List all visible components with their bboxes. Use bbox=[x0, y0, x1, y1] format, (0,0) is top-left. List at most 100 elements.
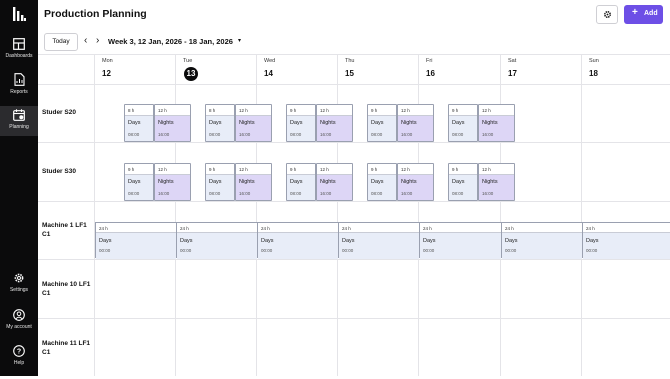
shift-hours: 9 h bbox=[287, 164, 315, 175]
day-shift-block[interactable]: 9 h Days 08:00 bbox=[124, 163, 154, 201]
sidebar-item-label: Dashboards bbox=[5, 53, 33, 59]
day-shift-block[interactable]: 8 h Days 08:00 bbox=[205, 104, 235, 142]
day-number: 15 bbox=[345, 69, 354, 78]
night-shift-block[interactable]: 12 h Nights 16:00 bbox=[316, 163, 353, 201]
day-shift-block[interactable]: 9 h Days 08:00 bbox=[367, 104, 397, 142]
shift-body: Days 08:00 bbox=[449, 175, 477, 200]
shift-time: 00:00 bbox=[423, 248, 435, 253]
row-label-machine-11[interactable]: Machine 11 LF1 C1 bbox=[42, 339, 94, 357]
shift-name: Days bbox=[505, 238, 518, 244]
grid-line bbox=[38, 259, 670, 260]
week-toolbar: Today ‹ › Week 3, 12 Jan, 2026 - 18 Jan,… bbox=[38, 30, 670, 54]
day-shift-block[interactable]: 9 h Days 08:00 bbox=[448, 104, 478, 142]
shift-body: Days 00:00 bbox=[258, 233, 338, 259]
chevron-right-icon[interactable]: › bbox=[96, 36, 99, 46]
night-shift-block[interactable]: 12 h Nights 16:00 bbox=[478, 104, 515, 142]
day-shift-block[interactable]: 8 h Days 08:00 bbox=[124, 104, 154, 142]
shift-time: 08:00 bbox=[209, 191, 221, 196]
shift-name: Days bbox=[452, 179, 465, 185]
grid-line bbox=[94, 54, 95, 376]
shift-name: Days bbox=[209, 120, 222, 126]
night-shift-block[interactable]: 12 h Nights 16:00 bbox=[235, 104, 272, 142]
sidebar-item-dashboards[interactable]: Dashboards bbox=[0, 38, 38, 72]
day-shift-block[interactable]: 9 h Days 08:00 bbox=[286, 104, 316, 142]
day-shift-block[interactable]: 9 h Days 08:00 bbox=[367, 163, 397, 201]
night-shift-block[interactable]: 12 h Nights 16:00 bbox=[316, 104, 353, 142]
chevron-down-icon[interactable]: ▾ bbox=[238, 37, 241, 44]
shift-time: 16:00 bbox=[320, 191, 332, 196]
full-day-shift-block[interactable]: 24 h Days 00:00 bbox=[338, 222, 419, 259]
row-label-machine-10[interactable]: Machine 10 LF1 C1 bbox=[42, 280, 94, 298]
week-range-label[interactable]: Week 3, 12 Jan, 2026 - 18 Jan, 2026 bbox=[108, 37, 233, 46]
day-name: Sun bbox=[589, 58, 599, 64]
shift-name: Days bbox=[371, 120, 384, 126]
shift-time: 08:00 bbox=[209, 132, 221, 137]
shift-hours: 24 h bbox=[258, 223, 338, 233]
night-shift-block[interactable]: 12 h Nights 16:00 bbox=[478, 163, 515, 201]
grid-line bbox=[38, 142, 670, 143]
shift-hours: 24 h bbox=[96, 223, 176, 233]
sidebar-item-reports[interactable]: Reports bbox=[0, 73, 38, 107]
sidebar-item-planning[interactable]: Planning bbox=[0, 106, 38, 136]
add-button[interactable]: + Add bbox=[624, 5, 663, 24]
night-shift-block[interactable]: 12 h Nights 16:00 bbox=[235, 163, 272, 201]
calendar-icon bbox=[13, 109, 25, 121]
shift-time: 00:00 bbox=[261, 248, 273, 253]
shift-hours: 24 h bbox=[339, 223, 419, 233]
shift-time: 16:00 bbox=[239, 132, 251, 137]
sidebar-item-my-account[interactable]: My account bbox=[0, 309, 38, 343]
app-logo-icon[interactable] bbox=[12, 7, 26, 21]
shift-hours: 9 h bbox=[125, 164, 153, 175]
grid-line bbox=[38, 84, 670, 85]
full-day-shift-block[interactable]: 24 h Days 00:00 bbox=[419, 222, 501, 259]
sidebar-item-settings[interactable]: Settings bbox=[0, 272, 38, 306]
full-day-shift-block[interactable]: 24 h Days 00:00 bbox=[582, 222, 670, 259]
row-label-studer-s20[interactable]: Studer S20 bbox=[42, 108, 94, 117]
shift-body: Days 08:00 bbox=[368, 116, 396, 141]
grid-line bbox=[38, 201, 670, 202]
shift-hours: 9 h bbox=[206, 164, 234, 175]
shift-name: Days bbox=[586, 238, 599, 244]
gear-icon bbox=[604, 11, 611, 18]
row-label-studer-s30[interactable]: Studer S30 bbox=[42, 167, 94, 176]
plus-icon: + bbox=[632, 7, 638, 18]
shift-name: Days bbox=[290, 120, 303, 126]
day-number: 18 bbox=[589, 69, 598, 78]
today-button[interactable]: Today bbox=[44, 33, 78, 51]
shift-body: Days 08:00 bbox=[287, 116, 315, 141]
shift-body: Nights 16:00 bbox=[398, 116, 433, 141]
settings-button[interactable] bbox=[596, 5, 618, 24]
row-label-machine-1[interactable]: Machine 1 LF1 C1 bbox=[42, 221, 94, 239]
chevron-left-icon[interactable]: ‹ bbox=[84, 36, 87, 46]
shift-time: 16:00 bbox=[401, 132, 413, 137]
sidebar-item-help[interactable]: ? Help bbox=[0, 345, 38, 379]
add-button-label: Add bbox=[644, 10, 658, 17]
night-shift-block[interactable]: 12 h Nights 16:00 bbox=[154, 163, 191, 201]
shift-name: Nights bbox=[482, 179, 498, 185]
night-shift-block[interactable]: 12 h Nights 16:00 bbox=[154, 104, 191, 142]
full-day-shift-block[interactable]: 24 h Days 00:00 bbox=[501, 222, 582, 259]
night-shift-block[interactable]: 12 h Nights 16:00 bbox=[397, 163, 434, 201]
full-day-shift-block[interactable]: 24 h Days 00:00 bbox=[95, 222, 176, 259]
shift-time: 16:00 bbox=[158, 132, 170, 137]
shift-time: 08:00 bbox=[371, 191, 383, 196]
full-day-shift-block[interactable]: 24 h Days 00:00 bbox=[176, 222, 257, 259]
day-shift-block[interactable]: 9 h Days 08:00 bbox=[448, 163, 478, 201]
day-shift-block[interactable]: 9 h Days 08:00 bbox=[205, 163, 235, 201]
shift-time: 08:00 bbox=[290, 132, 302, 137]
grid-line bbox=[581, 54, 582, 376]
shift-name: Days bbox=[99, 238, 112, 244]
shift-name: Nights bbox=[320, 120, 336, 126]
shift-name: Nights bbox=[239, 120, 255, 126]
shift-time: 08:00 bbox=[371, 132, 383, 137]
shift-body: Nights 16:00 bbox=[479, 175, 514, 200]
planning-grid: Mon 12 Tue 13 Wed 14 Thu 15 Fri 16 Sat 17 Sun 1… bbox=[38, 54, 670, 376]
grid-line bbox=[418, 54, 419, 376]
day-number: 17 bbox=[508, 69, 517, 78]
night-shift-block[interactable]: 12 h Nights 16:00 bbox=[397, 104, 434, 142]
shift-time: 00:00 bbox=[586, 248, 598, 253]
shift-time: 16:00 bbox=[158, 191, 170, 196]
day-shift-block[interactable]: 9 h Days 08:00 bbox=[286, 163, 316, 201]
shift-body: Days 00:00 bbox=[96, 233, 176, 259]
full-day-shift-block[interactable]: 24 h Days 00:00 bbox=[257, 222, 338, 259]
